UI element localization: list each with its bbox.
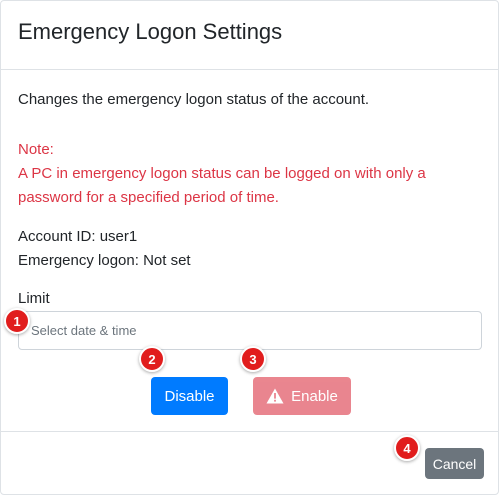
limit-datetime-input[interactable]	[18, 311, 482, 350]
limit-label: Limit	[18, 290, 50, 307]
footer-divider	[1, 431, 498, 432]
step-marker-2: 2	[139, 346, 165, 372]
account-id-text: Account ID: user1	[18, 228, 138, 245]
dialog-title: Emergency Logon Settings	[18, 19, 283, 44]
note-block: Note: A PC in emergency logon status can…	[18, 138, 426, 210]
dialog-header: Emergency Logon Settings	[1, 1, 498, 70]
account-info: Account ID: user1 Emergency logon: Not s…	[18, 225, 191, 273]
enable-button-label: Enable	[291, 387, 338, 405]
emergency-logon-status-text: Emergency logon: Not set	[18, 252, 191, 269]
note-line-1: A PC in emergency logon status can be lo…	[18, 165, 426, 182]
cancel-button-label: Cancel	[432, 455, 477, 472]
step-marker-1: 1	[4, 308, 30, 334]
disable-button-label: Disable	[164, 387, 215, 405]
step-marker-3: 3	[240, 346, 266, 372]
warning-triangle-icon	[266, 388, 284, 404]
note-line-2: password for a specified period of time.	[18, 189, 279, 206]
step-marker-4: 4	[394, 435, 420, 461]
dialog-description: Changes the emergency logon status of th…	[18, 91, 370, 108]
emergency-logon-dialog: Emergency Logon Settings Changes the eme…	[0, 0, 499, 495]
cancel-button[interactable]: Cancel	[425, 448, 484, 479]
enable-button[interactable]: Enable	[253, 377, 351, 415]
disable-button[interactable]: Disable	[151, 377, 228, 415]
note-heading: Note:	[18, 141, 54, 158]
